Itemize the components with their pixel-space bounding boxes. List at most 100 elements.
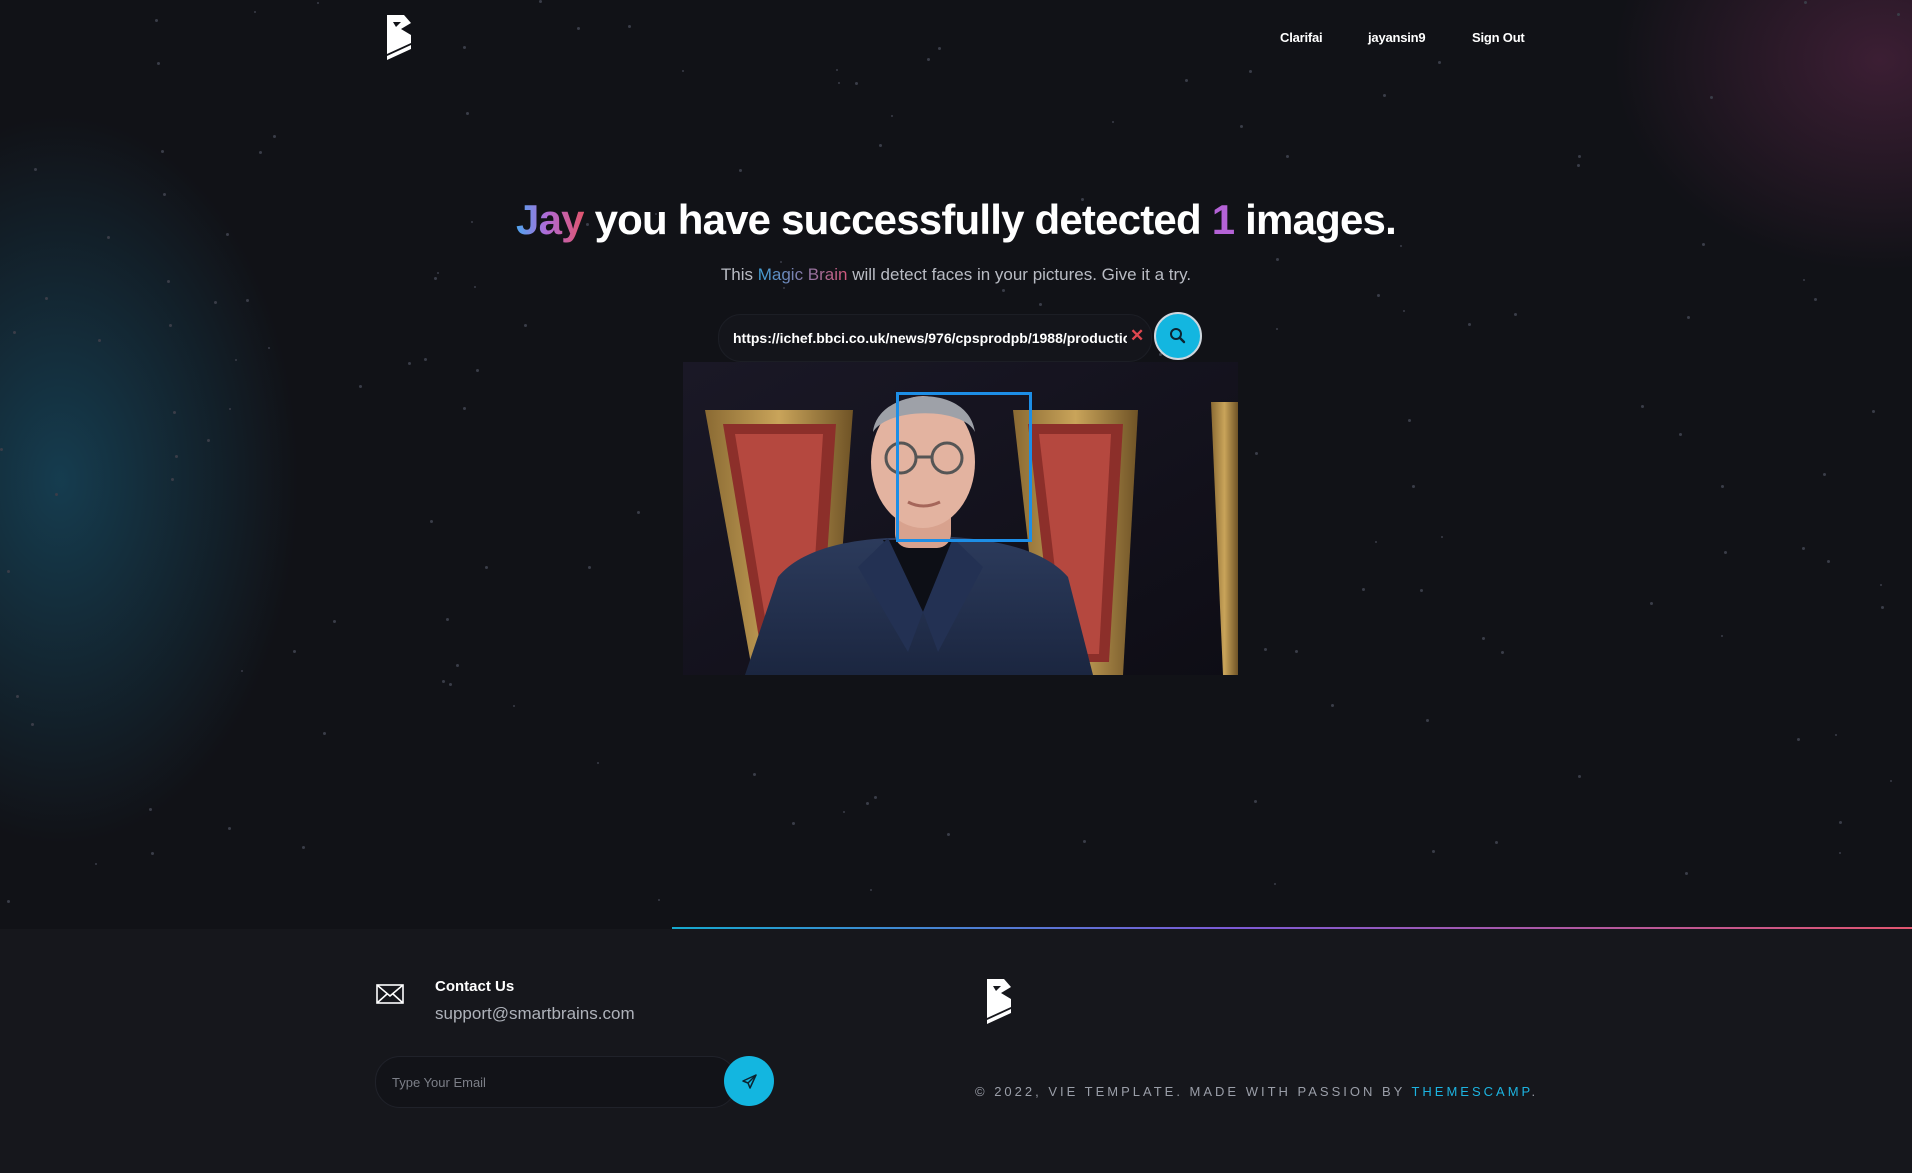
footer-gradient-divider: [672, 927, 1912, 929]
background-star: [1721, 485, 1724, 488]
background-star: [323, 732, 326, 735]
background-star: [1804, 1, 1807, 4]
background-star: [55, 493, 58, 496]
background-star: [235, 359, 237, 361]
detect-button[interactable]: [1154, 312, 1202, 360]
background-star: [173, 411, 176, 414]
contact-email[interactable]: support@smartbrains.com: [435, 1004, 635, 1024]
background-star: [446, 618, 449, 621]
background-star: [1835, 734, 1837, 736]
footer-logo-icon[interactable]: [984, 978, 1014, 1026]
background-star: [1468, 323, 1471, 326]
background-star: [1408, 419, 1411, 422]
background-star: [577, 27, 580, 30]
background-star: [792, 822, 795, 825]
background-star: [1650, 602, 1653, 605]
background-star: [1240, 125, 1243, 128]
background-star: [466, 112, 469, 115]
background-star: [228, 827, 231, 830]
background-star: [588, 566, 591, 569]
subtitle-pre: This: [720, 265, 758, 284]
background-star: [780, 261, 782, 263]
copyright-post: .: [1531, 1084, 1539, 1099]
background-star: [1814, 298, 1817, 301]
background-star: [0, 448, 3, 451]
background-star: [1400, 245, 1402, 247]
background-star: [1441, 536, 1443, 538]
background-star: [161, 150, 164, 153]
background-star: [1797, 738, 1800, 741]
background-star: [1578, 775, 1581, 778]
background-star: [98, 339, 101, 342]
background-star: [259, 151, 262, 154]
logo-icon[interactable]: [384, 14, 414, 62]
background-star: [449, 683, 452, 686]
nav-username[interactable]: jayansin9: [1368, 30, 1426, 45]
background-star: [1514, 313, 1517, 316]
background-star: [891, 115, 893, 117]
background-star: [1185, 79, 1188, 82]
background-star: [1578, 155, 1581, 158]
background-star: [254, 11, 256, 13]
image-url-input[interactable]: [733, 328, 1127, 348]
background-star: [424, 358, 427, 361]
background-star: [1880, 584, 1882, 586]
subtitle-post: will detect faces in your pictures. Give…: [847, 265, 1192, 284]
background-star: [241, 670, 243, 672]
background-star: [1679, 433, 1682, 436]
background-star: [1112, 121, 1114, 123]
background-star: [947, 833, 950, 836]
background-star: [1276, 258, 1279, 261]
background-star: [442, 680, 445, 683]
background-star: [151, 852, 154, 855]
background-star: [938, 47, 941, 50]
background-star: [1255, 452, 1258, 455]
user-name: Jay: [516, 196, 584, 243]
background-star: [1432, 850, 1435, 853]
background-star: [95, 863, 97, 865]
close-icon[interactable]: ✕: [1130, 326, 1144, 346]
background-star: [463, 407, 466, 410]
background-star: [463, 46, 466, 49]
background-star: [1412, 485, 1415, 488]
background-star: [597, 762, 599, 764]
themescamp-link[interactable]: THEMESCAMP: [1411, 1084, 1531, 1099]
envelope-icon: [376, 984, 404, 1004]
paper-plane-icon: [742, 1074, 757, 1089]
background-star: [456, 664, 459, 667]
background-star: [927, 58, 930, 61]
background-star: [870, 889, 872, 891]
background-star: [7, 570, 10, 573]
background-star: [1377, 294, 1380, 297]
background-star: [34, 168, 37, 171]
nav-sign-out[interactable]: Sign Out: [1472, 30, 1525, 45]
background-star: [45, 297, 48, 300]
background-star: [879, 144, 882, 147]
background-star: [1501, 651, 1504, 654]
newsletter-send-button[interactable]: [724, 1056, 774, 1106]
background-star: [1827, 560, 1830, 563]
background-star: [1274, 883, 1276, 885]
headline-text: you have successfully detected: [583, 196, 1212, 243]
background-star: [16, 695, 19, 698]
background-star: [1577, 164, 1580, 167]
background-star: [1872, 410, 1875, 413]
detect-count: 1: [1211, 196, 1235, 243]
headline-end: images.: [1234, 196, 1397, 243]
background-star: [229, 408, 231, 410]
background-star: [476, 369, 479, 372]
background-star: [13, 331, 16, 334]
background-star: [359, 385, 362, 388]
background-star: [753, 773, 756, 776]
nav-clarifai[interactable]: Clarifai: [1280, 30, 1323, 45]
newsletter-email-input[interactable]: [392, 1073, 702, 1091]
background-star: [149, 808, 152, 811]
subtitle: This Magic Brain will detect faces in yo…: [0, 265, 1912, 285]
background-star: [333, 620, 336, 623]
background-star: [1375, 541, 1377, 543]
background-star: [783, 287, 785, 289]
contact-title: Contact Us: [435, 978, 515, 995]
background-star: [1721, 635, 1723, 637]
background-star: [1249, 70, 1252, 73]
background-star: [1839, 821, 1842, 824]
